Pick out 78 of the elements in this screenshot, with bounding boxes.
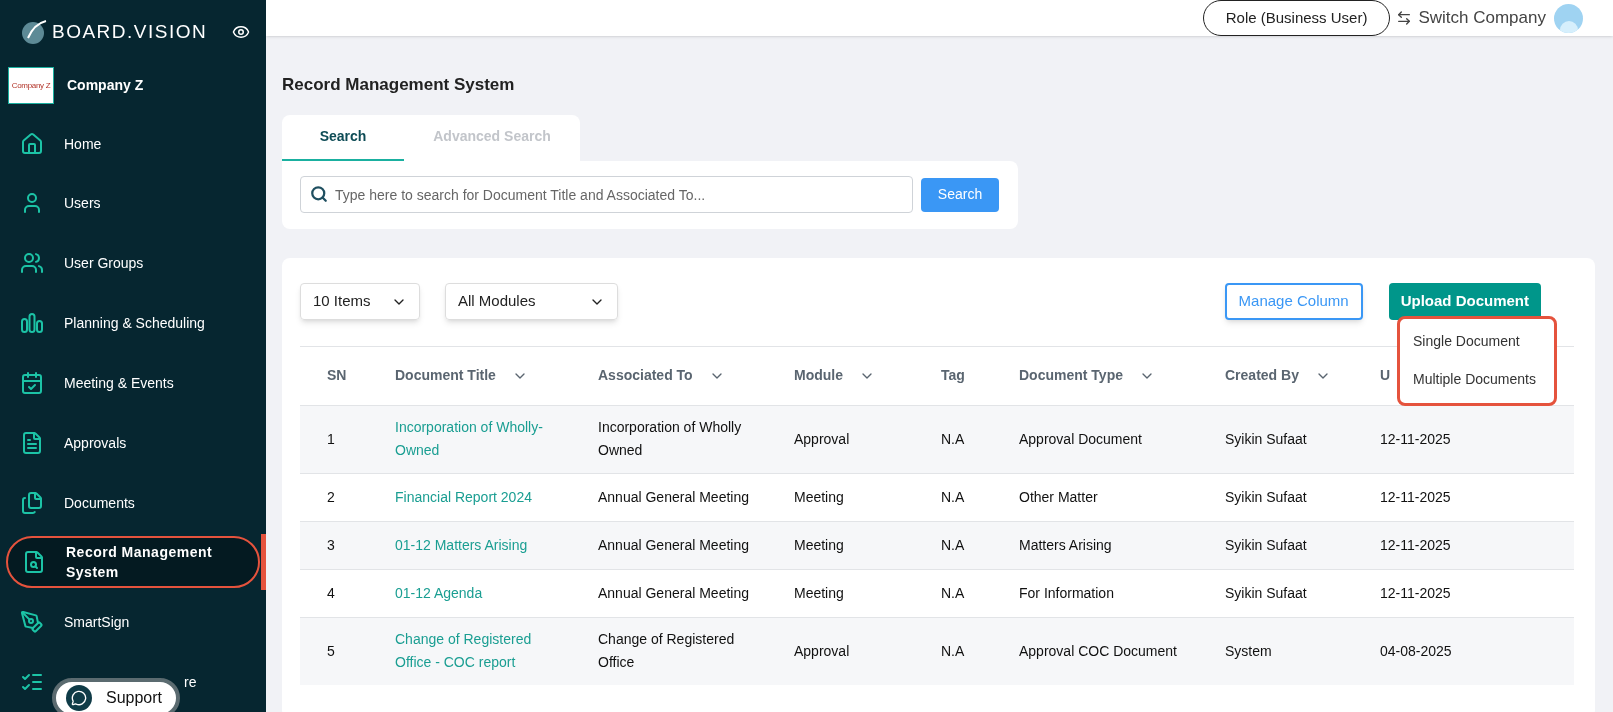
table-cell-text: Annual General Meeting [598, 535, 750, 555]
table-cell-text: 2 [327, 487, 336, 507]
table-cell-text: Approval [794, 641, 851, 661]
logo-icon [20, 17, 48, 46]
brand-name: BOARD.VISION [52, 19, 208, 44]
swap-icon [1396, 10, 1413, 26]
document-search-icon [22, 550, 46, 575]
table-cell-text: Syikin Sufaat [1225, 487, 1308, 507]
table-cell-text: N.A [941, 641, 966, 661]
upload-document-button[interactable]: Upload Document [1388, 283, 1541, 320]
table-cell-text: Approval COC Document [1019, 641, 1178, 661]
menu-item[interactable]: Multiple Documents [1400, 360, 1554, 399]
table-cell-text: Approval [794, 429, 851, 449]
support-button[interactable]: Support [52, 678, 180, 712]
dropdown[interactable]: All Modules [445, 283, 618, 320]
table-cell-text: N.A [941, 429, 966, 449]
table-cell-text: 3 [327, 535, 336, 555]
chat-icon [71, 690, 87, 706]
bar-chart-icon [20, 311, 44, 336]
table-cell-text: Incorporation of Wholly Owned [598, 418, 743, 460]
sidebar-item[interactable]: Record Management System [6, 536, 260, 589]
calendar-check-icon [20, 370, 44, 395]
documents-icon [20, 490, 44, 515]
company-name: Company Z [67, 76, 144, 96]
sidebar-item[interactable]: Meeting & Events [6, 356, 260, 409]
column-header[interactable]: Document Type [1019, 365, 1123, 386]
table-cell-text: 5 [327, 641, 336, 661]
sidebar-item[interactable]: re [184, 672, 197, 693]
table-cell-text: Annual General Meeting [598, 487, 750, 507]
table-cell-text: N.A [941, 583, 966, 603]
table-cell-text: Syikin Sufaat [1225, 429, 1308, 449]
dropdown[interactable]: 10 Items [300, 283, 420, 320]
company-logo: Company Z [8, 67, 54, 105]
column-header[interactable]: Tag [941, 365, 965, 386]
table-cell-text: Change of Registered Office [598, 630, 736, 672]
column-header[interactable]: Module [794, 365, 843, 386]
table-cell-text: Other Matter [1019, 487, 1099, 507]
table-cell-text: Meeting [794, 583, 845, 603]
table-cell-text: 12-11-2025 [1380, 535, 1451, 555]
table-cell-text: 12-11-2025 [1380, 429, 1451, 449]
users-icon [20, 251, 44, 276]
table-cell-text: Meeting [794, 487, 845, 507]
search-field[interactable]: Type here to search for Document Title and Associated To... [300, 176, 913, 213]
menu-item[interactable]: Single Document [1400, 322, 1554, 361]
sidebar-item[interactable]: Approvals [6, 416, 260, 469]
document-icon [20, 430, 44, 455]
switch-company-button[interactable]: Switch Company [1396, 5, 1546, 31]
table-cell-text: Approval Document [1019, 429, 1143, 449]
sidebar-item[interactable]: Home [6, 117, 260, 170]
table-cell-text: 4 [327, 583, 336, 603]
table-cell-text: 12-11-2025 [1380, 583, 1451, 603]
table-cell-text: 04-08-2025 [1380, 641, 1452, 661]
sidebar-item[interactable]: SmartSign [6, 596, 260, 649]
table-cell-text: Meeting [794, 535, 845, 555]
table-cell-text: System [1225, 641, 1273, 661]
column-header[interactable]: Created By [1225, 365, 1299, 386]
table-cell-text: N.A [941, 535, 966, 555]
table-cell-text: Syikin Sufaat [1225, 583, 1308, 603]
column-header[interactable]: Document Title [395, 365, 496, 386]
table-cell-text: Syikin Sufaat [1225, 535, 1308, 555]
sidebar-item[interactable]: Documents [6, 476, 260, 529]
table-cell-text: Matters Arising [1019, 535, 1113, 555]
table-cell-text: For Information [1019, 583, 1115, 603]
tab[interactable]: Search [282, 114, 404, 161]
search-icon [310, 185, 328, 203]
page-title: Record Management System [282, 74, 516, 96]
sidebar-item[interactable]: Users [6, 177, 260, 230]
sidebar-item[interactable]: Planning & Scheduling [6, 297, 260, 350]
column-header[interactable]: SN [327, 365, 347, 386]
table-cell-text: 12-11-2025 [1380, 487, 1451, 507]
table-cell-text: N.A [941, 487, 966, 507]
column-header[interactable]: U [1380, 365, 1391, 386]
table-cell-text: Annual General Meeting [598, 583, 750, 603]
home-icon [20, 131, 44, 156]
column-header[interactable]: Associated To [598, 365, 693, 386]
table-cell-text: 1 [327, 429, 336, 449]
sidebar-item[interactable]: User Groups [6, 237, 260, 290]
pen-icon [20, 610, 44, 635]
